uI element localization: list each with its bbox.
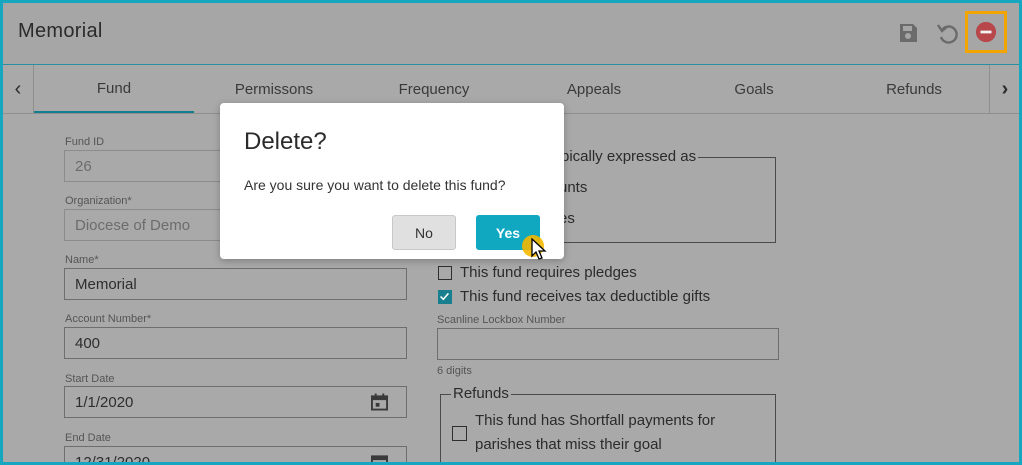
shortfall-label-line2: parishes that miss their goal — [475, 436, 662, 453]
fund-id-label: Fund ID — [65, 136, 105, 148]
no-button[interactable]: No — [392, 215, 456, 250]
tax-deductible-label: This fund receives tax deductible gifts — [460, 288, 711, 305]
tab-goals[interactable]: Goals — [674, 65, 834, 113]
undo-icon[interactable] — [935, 21, 959, 45]
start-date-label: Start Date — [65, 373, 115, 385]
page-title: Memorial — [18, 20, 103, 42]
header-bar: Memorial — [3, 3, 1019, 65]
delete-dialog: Delete? Are you sure you want to delete … — [220, 103, 564, 260]
name-label: Name* — [65, 254, 99, 266]
dialog-title: Delete? — [244, 128, 327, 155]
calendar-icon[interactable] — [371, 393, 388, 411]
start-date-value: 1/1/2020 — [75, 394, 134, 411]
scanline-label: Scanline Lockbox Number — [437, 314, 566, 326]
save-icon[interactable] — [896, 21, 920, 45]
account-number-label: Account Number* — [65, 313, 152, 325]
organization-label: Organization* — [65, 195, 132, 207]
requires-pledges-label: This fund requires pledges — [460, 264, 637, 281]
name-field[interactable]: Memorial — [64, 268, 407, 300]
app-window: Memorial ‹ Fund Permissons Frequency App… — [0, 0, 1022, 465]
mouse-cursor-icon — [531, 238, 547, 260]
end-date-field[interactable]: 12/31/2020 — [64, 446, 407, 465]
end-date-value: 12/31/2020 — [75, 454, 151, 465]
checkmark-icon — [440, 292, 450, 301]
calendar-icon[interactable] — [371, 453, 388, 465]
requires-pledges-checkbox[interactable] — [438, 266, 452, 280]
tab-refunds[interactable]: Refunds — [834, 65, 994, 113]
tab-fund[interactable]: Fund — [34, 65, 194, 113]
tab-scroll-right-icon[interactable]: › — [989, 65, 1019, 113]
fund-id-field: 26 — [64, 150, 224, 182]
tax-deductible-checkbox[interactable] — [438, 290, 452, 304]
delete-icon[interactable] — [975, 21, 997, 43]
refunds-fieldset — [440, 394, 776, 462]
expressed-as-legend: pically expressed as — [559, 148, 699, 165]
shortfall-label-line1: This fund has Shortfall payments for — [475, 412, 716, 429]
refunds-legend: Refunds — [451, 385, 511, 402]
account-number-field[interactable]: 400 — [64, 327, 407, 359]
scanline-field[interactable] — [437, 328, 779, 360]
organization-field[interactable]: Diocese of Demo — [64, 209, 224, 241]
scanline-hint: 6 digits — [437, 365, 472, 377]
end-date-label: End Date — [65, 432, 111, 444]
dialog-message: Are you sure you want to delete this fun… — [244, 177, 506, 193]
shortfall-checkbox[interactable] — [452, 426, 467, 441]
tab-scroll-left-icon[interactable]: ‹ — [3, 65, 34, 113]
start-date-field[interactable]: 1/1/2020 — [64, 386, 407, 418]
